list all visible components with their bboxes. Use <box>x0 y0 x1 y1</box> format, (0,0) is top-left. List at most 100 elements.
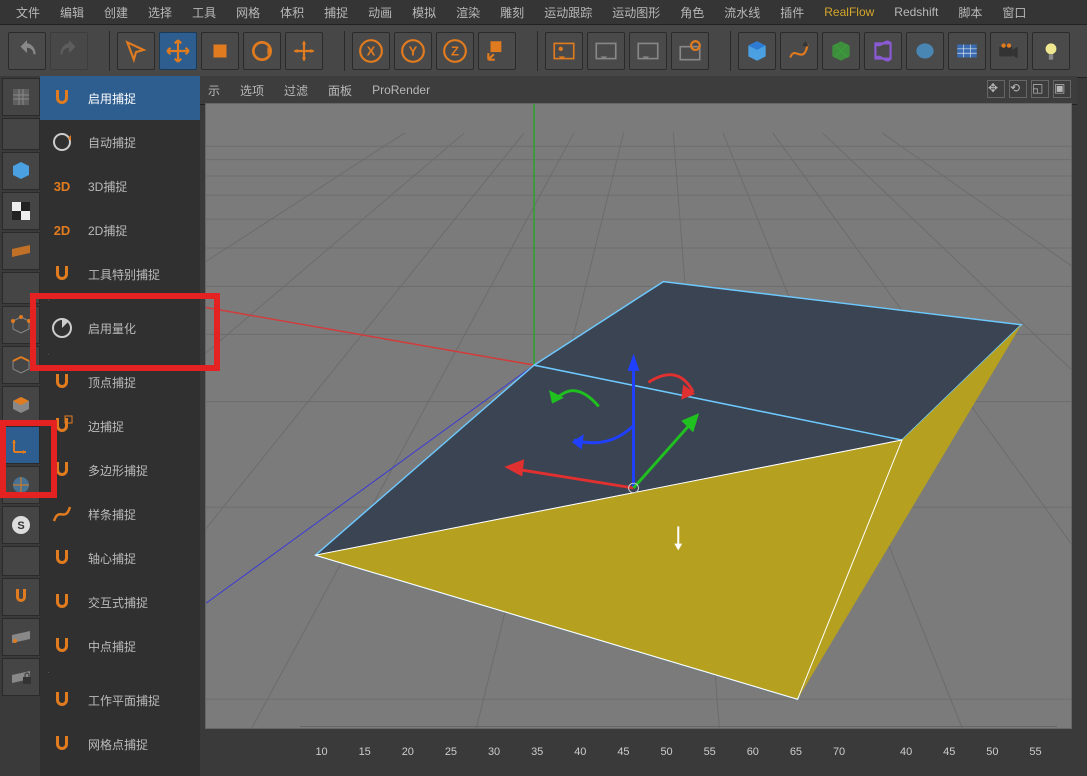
move-tool[interactable] <box>159 32 197 70</box>
render-view-button[interactable] <box>545 32 583 70</box>
menu-create[interactable]: 创建 <box>94 1 138 24</box>
ruler-tick: 35 <box>516 746 559 758</box>
model-mode-button[interactable] <box>2 152 40 190</box>
coord-system-button[interactable] <box>478 32 516 70</box>
snap-vertex-item[interactable]: 顶点捕捉 <box>40 360 200 404</box>
scene-object-button[interactable] <box>906 32 944 70</box>
menu-redshift[interactable]: Redshift <box>884 2 948 22</box>
snap-edge-item[interactable]: 边捕捉 <box>40 404 200 448</box>
snap-item-label: 启用捕捉 <box>88 90 136 107</box>
render-settings-button[interactable] <box>671 32 709 70</box>
magnet-icon <box>48 588 76 616</box>
menu-volume[interactable]: 体积 <box>270 1 314 24</box>
separator <box>2 272 40 304</box>
2d-icon: 2D <box>48 216 76 244</box>
scale-tool[interactable] <box>201 32 239 70</box>
menu-render[interactable]: 渲染 <box>446 1 490 24</box>
snap-polygon-item[interactable]: 多边形捕捉 <box>40 448 200 492</box>
undo-button[interactable] <box>8 32 46 70</box>
menu-select[interactable]: 选择 <box>138 1 182 24</box>
snap-workplane-item[interactable]: 工作平面捕捉 <box>40 678 200 722</box>
3d-viewport[interactable] <box>206 104 1071 728</box>
redo-button[interactable] <box>50 32 88 70</box>
y-axis-toggle[interactable]: Y <box>394 32 432 70</box>
rotate-tool[interactable] <box>243 32 281 70</box>
svg-text:Y: Y <box>409 43 418 58</box>
menu-file[interactable]: 文件 <box>6 1 50 24</box>
z-axis-toggle[interactable]: Z <box>436 32 474 70</box>
menu-pipeline[interactable]: 流水线 <box>714 1 770 24</box>
camera-button[interactable] <box>990 32 1028 70</box>
workplane-snap-button[interactable] <box>2 618 40 656</box>
ruler-tick: 65 <box>774 746 817 758</box>
snap-auto-item[interactable]: 自动捕捉 <box>40 120 200 164</box>
snap-toggle-button[interactable] <box>2 578 40 616</box>
magnet-icon <box>48 260 76 288</box>
axis-mode-button[interactable] <box>2 426 40 464</box>
magnet-icon <box>48 456 76 484</box>
snap-spline-item[interactable]: 样条捕捉 <box>40 492 200 536</box>
snap-gridpoint-item[interactable]: 网格点捕捉 <box>40 722 200 766</box>
menu-motiontrack[interactable]: 运动跟踪 <box>534 1 602 24</box>
deformer-button[interactable] <box>864 32 902 70</box>
view-menu-options[interactable]: 选项 <box>240 82 264 99</box>
menu-character[interactable]: 角色 <box>670 1 714 24</box>
viewport-nav-icon[interactable]: ▣ <box>1053 80 1071 98</box>
viewport-nav-icon[interactable]: ✥ <box>987 80 1005 98</box>
texture-mode-button[interactable] <box>2 192 40 230</box>
x-axis-toggle[interactable]: X <box>352 32 390 70</box>
render-picture-button[interactable] <box>587 32 625 70</box>
viewport-nav-icon[interactable]: ⟲ <box>1009 80 1027 98</box>
make-editable-button[interactable] <box>2 78 40 116</box>
magnet-sq-icon <box>48 412 76 440</box>
ruler-tick: 20 <box>386 746 429 758</box>
menu-tools[interactable]: 工具 <box>182 1 226 24</box>
snap-2d-item[interactable]: 2D 2D捕捉 <box>40 208 200 252</box>
menu-sculpt[interactable]: 雕刻 <box>490 1 534 24</box>
snap-axis-item[interactable]: 轴心捕捉 <box>40 536 200 580</box>
light-button[interactable] <box>1032 32 1070 70</box>
polygons-mode-button[interactable] <box>2 386 40 424</box>
menu-animate[interactable]: 动画 <box>358 1 402 24</box>
view-menu-display[interactable]: 示 <box>208 82 220 99</box>
snap-item-label: 网格点捕捉 <box>88 736 148 753</box>
viewport-nav-icon[interactable]: ◱ <box>1031 80 1049 98</box>
snap-quantize-item[interactable]: 启用量化 <box>40 306 200 350</box>
lock-workplane-button[interactable] <box>2 658 40 696</box>
snap-interactive-item[interactable]: 交互式捕捉 <box>40 580 200 624</box>
menu-realflow[interactable]: RealFlow <box>814 2 884 22</box>
snap-tool-item[interactable]: 工具特别捕捉 <box>40 252 200 296</box>
menu-mograph[interactable]: 运动图形 <box>602 1 670 24</box>
ruler-tick: 50 <box>645 746 688 758</box>
menu-plugins[interactable]: 插件 <box>770 1 814 24</box>
s-mode-button[interactable]: S <box>2 506 40 544</box>
object-axis-button[interactable] <box>2 466 40 504</box>
cube-primitive-button[interactable] <box>738 32 776 70</box>
menu-simulate[interactable]: 模拟 <box>402 1 446 24</box>
edges-mode-button[interactable] <box>2 346 40 384</box>
menu-script[interactable]: 脚本 <box>948 1 992 24</box>
menu-mesh[interactable]: 网格 <box>226 1 270 24</box>
menu-snap[interactable]: 捕捉 <box>314 1 358 24</box>
ruler-tick: 55 <box>688 746 731 758</box>
ruler-tick: 40 <box>559 746 602 758</box>
menu-window[interactable]: 窗口 <box>992 1 1036 24</box>
timeline-ruler[interactable]: 10 15 20 25 30 35 40 45 50 55 60 65 70 4… <box>300 730 1057 758</box>
menu-edit[interactable]: 编辑 <box>50 1 94 24</box>
mode-palette: S <box>0 76 41 776</box>
view-menu-prorender[interactable]: ProRender <box>372 83 430 97</box>
free-tool[interactable] <box>285 32 323 70</box>
render-region-button[interactable] <box>629 32 667 70</box>
select-tool[interactable] <box>117 32 155 70</box>
snap-enable-item[interactable]: 启用捕捉 <box>40 76 200 120</box>
floor-button[interactable] <box>948 32 986 70</box>
view-menu-panel[interactable]: 面板 <box>328 82 352 99</box>
workplane-mode-button[interactable] <box>2 232 40 270</box>
points-mode-button[interactable] <box>2 306 40 344</box>
snap-midpoint-item[interactable]: 中点捕捉 <box>40 624 200 668</box>
magnet-icon <box>48 84 76 112</box>
generator-button[interactable] <box>822 32 860 70</box>
spline-primitive-button[interactable] <box>780 32 818 70</box>
snap-3d-item[interactable]: 3D 3D捕捉 <box>40 164 200 208</box>
view-menu-filter[interactable]: 过滤 <box>284 82 308 99</box>
